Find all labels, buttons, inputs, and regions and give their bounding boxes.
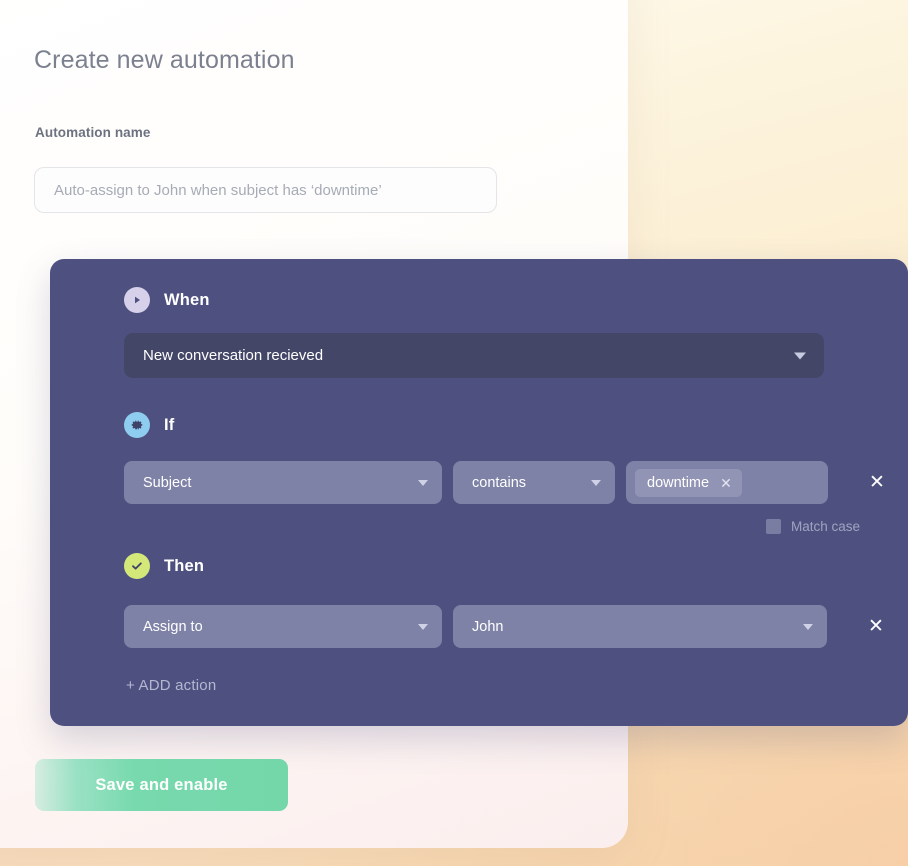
chevron-down-icon [794,352,806,359]
automation-name-input[interactable] [34,167,497,213]
if-value-tag-input[interactable]: downtime ✕ [626,461,828,504]
then-section-header: Then [124,553,204,579]
when-section-title: When [164,290,210,309]
if-field-select[interactable]: Subject [124,461,442,504]
if-section-header: If [124,412,174,438]
then-target-value: John [472,618,504,635]
automation-builder-panel: When New conversation recieved If Subjec… [50,259,908,726]
chevron-down-icon [418,479,428,486]
match-case-label: Match case [791,519,861,534]
then-section-title: Then [164,556,205,575]
if-field-value: Subject [143,474,192,491]
close-icon[interactable]: ✕ [720,476,732,490]
then-target-select[interactable]: John [453,605,827,648]
if-operator-value: contains [472,474,527,491]
chevron-down-icon [803,623,813,630]
chevron-down-icon [418,623,428,630]
then-action-value: Assign to [143,618,203,635]
check-icon [124,553,150,579]
page-title: Create new automation [34,46,295,74]
automation-name-label: Automation name [35,125,151,140]
play-icon [124,287,150,313]
value-tag: downtime ✕ [635,468,742,497]
if-section-title: If [164,415,175,434]
then-action-row: Assign to John ✕ [124,605,889,648]
chevron-down-icon [591,479,601,486]
save-and-enable-button[interactable]: Save and enable [35,759,288,811]
when-section-header: When [124,287,210,313]
if-operator-select[interactable]: contains [453,461,615,504]
add-action-button[interactable]: + ADD action [126,677,216,694]
remove-action-button[interactable]: ✕ [863,614,889,640]
then-action-select[interactable]: Assign to [124,605,442,648]
gear-icon [124,412,150,438]
when-trigger-select[interactable]: New conversation recieved [124,333,824,378]
if-condition-row: Subject contains downtime ✕ ✕ [124,461,890,504]
remove-condition-button[interactable]: ✕ [864,470,890,496]
value-tag-label: downtime [647,474,710,491]
match-case-toggle[interactable]: Match case [766,519,860,534]
when-row: New conversation recieved [124,333,824,378]
when-trigger-value: New conversation recieved [143,347,324,364]
match-case-checkbox[interactable] [766,519,781,534]
